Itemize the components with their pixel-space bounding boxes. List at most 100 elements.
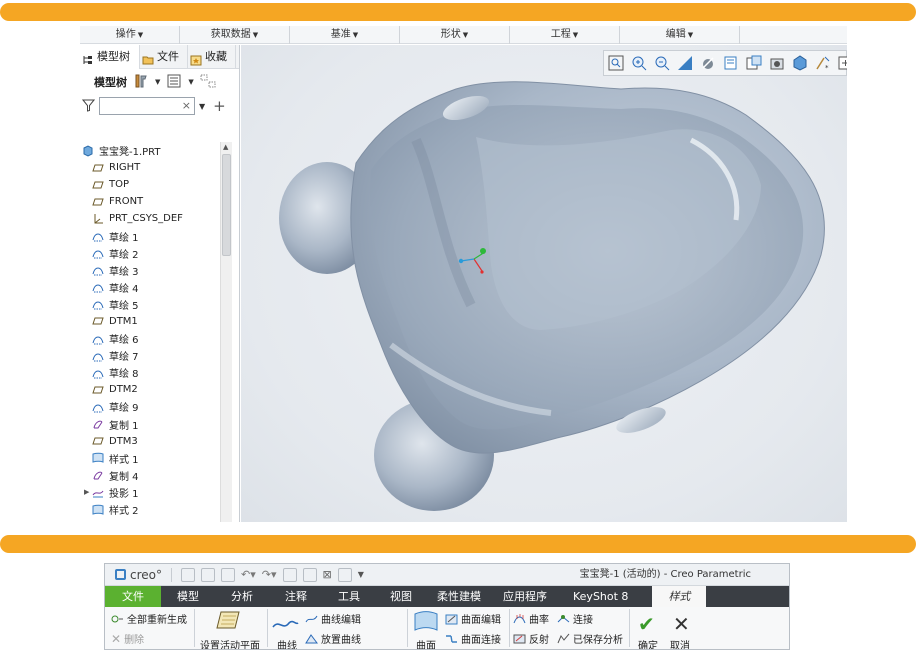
group-menu-1[interactable]: 操作 ▼: [80, 26, 180, 44]
group-menu-4[interactable]: 形状 ▼: [400, 26, 510, 44]
connect-analysis-icon: [557, 613, 570, 625]
tree-filter-settings-icon[interactable]: [200, 73, 218, 92]
clear-icon[interactable]: ×: [182, 99, 191, 112]
reflection-button[interactable]: 反射: [513, 631, 549, 646]
add-icon[interactable]: +: [213, 97, 226, 115]
expand-arrow-icon[interactable]: ▶: [84, 488, 92, 496]
ribbon-tab-5[interactable]: 工具: [323, 586, 375, 607]
ribbon-tab-2[interactable]: 模型: [161, 586, 215, 607]
tree-item[interactable]: DTM1: [80, 313, 228, 330]
group-menu-6[interactable]: 编辑 ▼: [620, 26, 740, 44]
surface-connect-button[interactable]: 曲面连接: [445, 631, 501, 646]
cancel-button[interactable]: ✕: [673, 612, 690, 636]
redo-icon[interactable]: ↷▾: [262, 568, 277, 581]
tree-item[interactable]: DTM3: [80, 433, 228, 450]
tree-item[interactable]: RIGHT: [80, 159, 228, 176]
chevron-down-icon[interactable]: ▼: [155, 78, 160, 86]
ribbon-tab-8[interactable]: 应用程序: [491, 586, 559, 607]
curve-edit-icon: [305, 613, 318, 625]
saved-analysis-button[interactable]: 已保存分析: [557, 631, 623, 646]
curvature-button[interactable]: 曲率: [513, 611, 549, 626]
panel-tab-1[interactable]: 模型树: [80, 45, 140, 69]
tree-settings-icon[interactable]: [133, 73, 149, 92]
ribbon-tab-4[interactable]: 注释: [269, 586, 323, 607]
curve-button[interactable]: [271, 617, 299, 633]
tree-item[interactable]: ▶ 投影 1: [80, 484, 228, 501]
tree-root[interactable]: 宝宝凳-1.PRT: [80, 142, 228, 159]
place-curve-button[interactable]: 放置曲线: [305, 631, 361, 646]
ribbon-tab-9[interactable]: KeyShot 8: [559, 586, 642, 607]
show-columns-icon[interactable]: [166, 73, 182, 92]
tree-search-input[interactable]: ×: [99, 97, 195, 115]
refit-icon[interactable]: [607, 54, 625, 72]
display-style-icon[interactable]: [699, 54, 717, 72]
spin-center-icon[interactable]: [837, 54, 847, 72]
ribbon-tab-7[interactable]: 柔性建模: [427, 586, 491, 607]
graphics-viewport[interactable]: *: [241, 45, 847, 522]
regenerate-icon[interactable]: [282, 567, 297, 582]
tree-item[interactable]: 草绘 8: [80, 364, 228, 381]
curve-edit-button[interactable]: 曲线编辑: [305, 611, 361, 626]
close-window-icon[interactable]: ⊠: [323, 568, 332, 581]
chevron-down-icon: ▼: [137, 31, 144, 39]
new-file-icon[interactable]: [181, 567, 195, 582]
tree-item-label: FRONT: [109, 196, 144, 208]
saved-views-icon[interactable]: [722, 54, 740, 72]
perspective-icon[interactable]: [768, 54, 786, 72]
ribbon-tab-3[interactable]: 分析: [215, 586, 269, 607]
windows-icon[interactable]: [302, 567, 317, 582]
tree-item[interactable]: 草绘 4: [80, 279, 228, 296]
tree-item[interactable]: 草绘 3: [80, 262, 228, 279]
surface-edit-button[interactable]: 曲面编辑: [445, 611, 501, 626]
ok-button[interactable]: ✔: [638, 612, 655, 636]
zoom-out-icon[interactable]: [653, 54, 671, 72]
ribbon-tab-6[interactable]: 视图: [375, 586, 427, 607]
tree-item[interactable]: 草绘 6: [80, 330, 228, 347]
tree-item[interactable]: DTM2: [80, 381, 228, 398]
tree-item[interactable]: 复制 2: [80, 518, 228, 522]
datum-display-icon[interactable]: *: [814, 54, 832, 72]
group-menu-3[interactable]: 基准 ▼: [290, 26, 400, 44]
panel-tab-2[interactable]: 文件: [140, 45, 188, 69]
chevron-down-icon[interactable]: ▼: [199, 102, 205, 111]
repaint-icon[interactable]: [676, 54, 694, 72]
tree-item[interactable]: 样式 2: [80, 501, 228, 518]
ribbon-tab-1[interactable]: 文件: [105, 586, 161, 607]
panel-tab-3[interactable]: 收藏: [188, 45, 236, 69]
chevron-down-icon[interactable]: ▼: [188, 78, 193, 86]
view-manager-icon[interactable]: [745, 54, 763, 72]
undo-icon[interactable]: ↶▾: [241, 568, 256, 581]
zoom-in-icon[interactable]: [630, 54, 648, 72]
save-icon[interactable]: [221, 567, 235, 582]
copy-icon: [92, 469, 104, 481]
delete-button[interactable]: ✕ 删除: [111, 631, 144, 647]
connect-analysis-button[interactable]: 连接: [557, 611, 593, 626]
regenerate-all-button[interactable]: 全部重新生成: [111, 611, 187, 626]
tree-item[interactable]: 样式 1: [80, 450, 228, 467]
tree-item[interactable]: FRONT: [80, 193, 228, 210]
group-menu-label: 工程: [550, 29, 571, 40]
tree-item[interactable]: 复制 1: [80, 416, 228, 433]
set-active-plane-button[interactable]: [215, 610, 241, 630]
tree-item[interactable]: 草绘 5: [80, 296, 228, 313]
scroll-up-icon[interactable]: ▲: [223, 143, 231, 151]
group-menu-5[interactable]: 工程 ▼: [510, 26, 620, 44]
group-menu-2[interactable]: 获取数据 ▼: [180, 26, 290, 44]
tree-item[interactable]: 复制 4: [80, 467, 228, 484]
tree-item[interactable]: 草绘 1: [80, 227, 228, 244]
tree-item[interactable]: TOP: [80, 176, 228, 193]
tree-scrollbar[interactable]: ▲: [220, 142, 232, 522]
tree-item[interactable]: 草绘 2: [80, 245, 228, 262]
tree-item[interactable]: 草绘 7: [80, 347, 228, 364]
csys-icon: [92, 213, 104, 225]
tree-item[interactable]: PRT_CSYS_DEF: [80, 210, 228, 227]
chevron-down-icon[interactable]: ▼: [358, 570, 364, 579]
surface-button[interactable]: [412, 610, 440, 632]
open-file-icon[interactable]: [201, 567, 215, 582]
appearance-icon[interactable]: [791, 54, 809, 72]
filter-icon[interactable]: [81, 97, 96, 116]
customize-icon[interactable]: [337, 567, 352, 582]
scrollbar-thumb[interactable]: [222, 154, 231, 256]
tree-item[interactable]: 草绘 9: [80, 398, 228, 415]
ribbon-tab-style[interactable]: 样式: [652, 586, 707, 607]
